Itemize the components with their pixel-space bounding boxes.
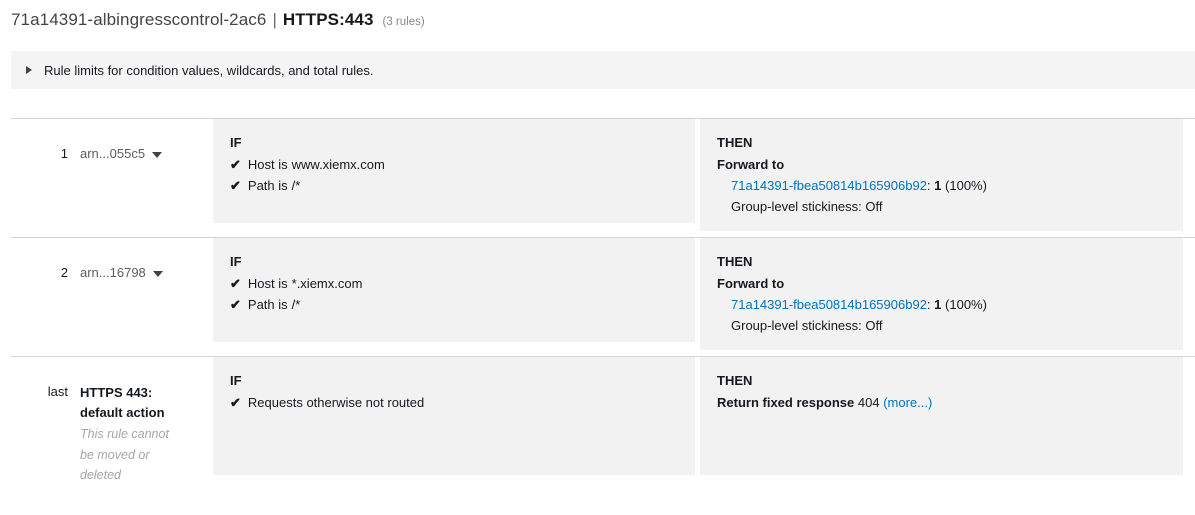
if-label: IF (230, 135, 242, 150)
condition-text: Path is/* (248, 294, 300, 315)
disclosure-triangle-icon[interactable] (26, 66, 32, 74)
condition-key: Path is (247, 178, 288, 193)
rule-arn-label: arn...055c5 (80, 146, 146, 161)
check-icon: ✔ (230, 178, 241, 193)
group-stickiness: Group-level stickiness: Off (731, 318, 883, 333)
target-percent: (100%) (945, 297, 987, 312)
target-group-row: 71a14391-fbea50814b165906b92: 1 (100%) (717, 294, 1167, 315)
listener-name: 71a14391-albingresscontrol-2ac6 (11, 10, 267, 29)
fixed-response-code: 404 (857, 395, 880, 410)
condition-value: www.xiemx.com (291, 157, 385, 172)
table-row: 2 arn...16798 IF ✔ Host is *.xiemx.com ✔ … (0, 238, 1195, 356)
rule-arn-dropdown[interactable]: arn...055c5 (80, 146, 163, 161)
rule-limits-banner[interactable]: Rule limits for condition values, wildca… (11, 51, 1195, 89)
condition-text: Host is *.xiemx.com (248, 273, 363, 294)
condition-row: ✔ Requests otherwise not routed (230, 392, 679, 413)
then-label: THEN (717, 135, 753, 150)
default-rule-note: This rule cannot be moved or deleted (80, 427, 169, 482)
target-colon: : (926, 178, 931, 193)
title-separator: | (272, 10, 277, 29)
condition-text: Requests otherwise not routed (247, 395, 425, 410)
table-row: 1 arn...055c5 IF ✔ Host is www.xiemx.com … (0, 119, 1195, 237)
default-rule-cell: HTTPS 443: default action This rule cann… (68, 357, 213, 486)
fixed-response-label: Return fixed response (717, 395, 855, 410)
rule-priority-value: 2 (60, 265, 68, 280)
rule-arn-label: arn...16798 (80, 265, 146, 280)
rules-list: 1 arn...055c5 IF ✔ Host is www.xiemx.com … (0, 118, 1195, 487)
listener-protocol-port: HTTPS:443 (282, 10, 374, 29)
more-link[interactable]: (more...) (883, 395, 932, 410)
target-group-row: 71a14391-fbea50814b165906b92: 1 (100%) (717, 175, 1167, 196)
check-icon: ✔ (230, 157, 241, 172)
target-percent: (100%) (945, 178, 987, 193)
condition-key: Host is (247, 276, 288, 291)
rule-actions-panel: THEN Forward to 71a14391-fbea50814b16590… (700, 119, 1183, 231)
rule-arn-cell: arn...055c5 (68, 119, 213, 163)
condition-row: ✔ Path is/* (230, 175, 679, 196)
condition-row: ✔ Path is/* (230, 294, 679, 315)
rule-conditions-panel: IF ✔ Requests otherwise not routed (213, 357, 695, 475)
rule-conditions-panel: IF ✔ Host is *.xiemx.com ✔ Path is/* (213, 238, 695, 342)
if-label: IF (230, 373, 242, 388)
rule-priority: 2 (0, 238, 68, 282)
condition-value: /* (291, 178, 301, 193)
rule-conditions-panel: IF ✔ Host is www.xiemx.com ✔ Path is/* (213, 119, 695, 223)
default-rule-title: HTTPS 443: default action (80, 385, 165, 420)
chevron-down-icon[interactable] (152, 270, 163, 277)
rule-actions-panel: THEN Return fixed response 404 (more...) (700, 357, 1183, 475)
chevron-down-icon[interactable] (152, 151, 163, 158)
rule-priority-value: 1 (60, 146, 68, 161)
check-icon: ✔ (230, 297, 241, 312)
then-label: THEN (717, 373, 753, 388)
if-label: IF (230, 254, 242, 269)
rule-arn-cell: arn...16798 (68, 238, 213, 282)
rule-limits-banner-label: Rule limits for condition values, wildca… (44, 62, 374, 78)
condition-row: ✔ Host is www.xiemx.com (230, 154, 679, 175)
condition-row: ✔ Host is *.xiemx.com (230, 273, 679, 294)
condition-text: Path is/* (248, 175, 300, 196)
target-weight: 1 (934, 297, 942, 312)
condition-text: Host is www.xiemx.com (248, 154, 385, 175)
target-colon: : (926, 297, 931, 312)
check-icon: ✔ (230, 395, 241, 410)
rule-priority-value: last (47, 384, 68, 399)
rule-actions-panel: THEN Forward to 71a14391-fbea50814b16590… (700, 238, 1183, 350)
target-group-link[interactable]: 71a14391-fbea50814b165906b92 (731, 297, 927, 312)
check-icon: ✔ (230, 276, 241, 291)
page-title: 71a14391-albingresscontrol-2ac6 | HTTPS:… (11, 10, 425, 40)
rule-priority: 1 (0, 119, 68, 163)
condition-value: *.xiemx.com (291, 276, 363, 291)
rule-priority: last (0, 357, 68, 401)
condition-value: /* (291, 297, 301, 312)
action-type-label: Forward to (717, 276, 785, 291)
condition-key: Host is (247, 157, 288, 172)
action-type-label: Forward to (717, 157, 785, 172)
target-group-link[interactable]: 71a14391-fbea50814b165906b92 (731, 178, 927, 193)
rule-arn-dropdown[interactable]: arn...16798 (80, 265, 163, 280)
table-row-default: last HTTPS 443: default action This rule… (0, 357, 1195, 487)
fixed-response-row: Return fixed response 404 (more...) (717, 392, 1167, 413)
then-label: THEN (717, 254, 753, 269)
group-stickiness: Group-level stickiness: Off (731, 199, 883, 214)
rules-count: (3 rules) (382, 16, 425, 28)
condition-key: Path is (247, 297, 288, 312)
target-weight: 1 (934, 178, 942, 193)
